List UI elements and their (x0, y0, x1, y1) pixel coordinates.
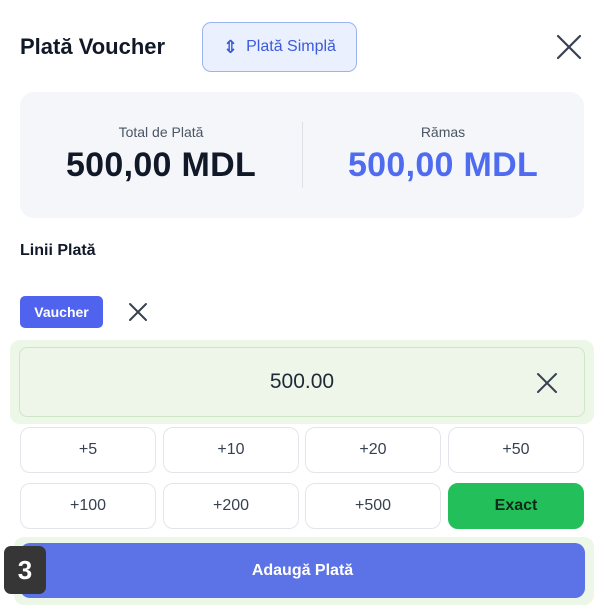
submit-highlight: Adaugă Plată (14, 537, 594, 605)
exact-button[interactable]: Exact (448, 483, 584, 529)
payment-lines-label: Linii Plată (20, 242, 96, 259)
voucher-method-chip[interactable]: Vaucher (20, 296, 103, 328)
quick-add-20[interactable]: +20 (305, 427, 441, 473)
total-value: 500,00 MDL (65, 146, 257, 184)
modal-title: Plată Voucher (20, 34, 166, 59)
modal-header: Plată Voucher ⇕ Plată Simplă (20, 22, 584, 72)
payment-summary: Total de Plată 500,00 MDL Rămas 500,00 M… (20, 92, 584, 218)
total-section: Total de Plată 500,00 MDL (20, 92, 302, 218)
remaining-section: Rămas 500,00 MDL (302, 92, 584, 218)
remaining-value: 500,00 MDL (347, 146, 539, 184)
quick-add-50[interactable]: +50 (448, 427, 584, 473)
clear-amount-icon[interactable] (534, 370, 560, 396)
add-payment-button[interactable]: Adaugă Plată (20, 543, 585, 598)
simple-payment-label: Plată Simplă (246, 38, 336, 55)
amount-value: 500.00 (269, 370, 335, 393)
amount-highlight: 500.00 (10, 340, 594, 424)
quick-add-100[interactable]: +100 (20, 483, 156, 529)
quick-add-200[interactable]: +200 (163, 483, 299, 529)
quick-add-5[interactable]: +5 (20, 427, 156, 473)
close-icon[interactable] (554, 32, 584, 62)
remove-line-icon[interactable] (126, 300, 150, 324)
quick-add-500[interactable]: +500 (305, 483, 441, 529)
simple-payment-button[interactable]: ⇕ Plată Simplă (202, 22, 357, 72)
total-label: Total de Plată (118, 124, 204, 140)
remaining-label: Rămas (420, 124, 466, 140)
step-badge: 3 (4, 546, 46, 594)
quick-add-10[interactable]: +10 (163, 427, 299, 473)
sliders-icon: ⇕ (223, 36, 239, 57)
amount-input[interactable]: 500.00 (19, 347, 585, 417)
